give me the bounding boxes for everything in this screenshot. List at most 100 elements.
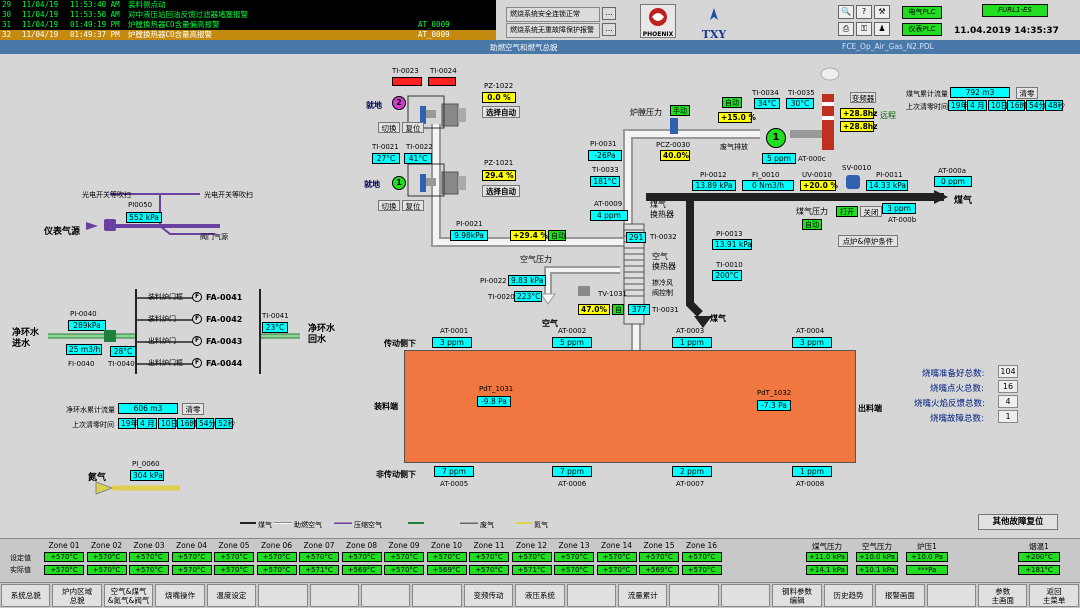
pressure-setpoint[interactable]: +10.0 Pa xyxy=(906,552,948,562)
zone-setpoint[interactable]: +570°C xyxy=(681,552,722,562)
pressure-setpoint[interactable]: +10.0 kPa xyxy=(856,552,898,562)
zone-setpoint[interactable]: +570°C xyxy=(596,552,637,562)
gas-total-flow-label: 煤气累计流量 xyxy=(906,90,948,98)
ti-0034-value: 34°C xyxy=(754,98,780,109)
burner2-switch-button[interactable]: 切换 xyxy=(378,122,400,133)
burner2-reset-button[interactable]: 复位 xyxy=(402,122,424,133)
tv-1031-valve-icon[interactable] xyxy=(578,286,590,296)
zone-setpoint[interactable]: +570°C xyxy=(384,552,424,562)
instrument-plc-status[interactable]: 仪表PLC xyxy=(902,23,942,36)
tools-icon[interactable]: ⚒ xyxy=(874,5,890,19)
zone-setpoint[interactable]: +570°C xyxy=(214,552,254,562)
furnace-pressure-manual[interactable]: 手动 xyxy=(670,105,690,116)
nav-button[interactable]: 参数 主画面 xyxy=(978,584,1028,607)
pcz-0030-valve-icon[interactable] xyxy=(670,118,678,134)
zone-setpoint[interactable]: +570°C xyxy=(44,552,84,562)
at-0003-tag: AT-0003 xyxy=(676,327,705,335)
nav-button[interactable]: 变频传动 xyxy=(463,584,514,607)
print-icon[interactable]: ⎙ xyxy=(838,22,854,36)
zone-setpoint[interactable]: +570°C xyxy=(299,552,339,562)
ti-0010-tag: TI-0010 xyxy=(716,261,743,269)
pz-1021-auto-button[interactable]: 选择自动 xyxy=(482,185,520,197)
nav-button[interactable] xyxy=(360,584,411,607)
pz-1022-auto-button[interactable]: 选择自动 xyxy=(482,106,520,118)
nav-button[interactable]: 烧嘴操作 xyxy=(155,584,205,607)
sv-0010-valve-icon[interactable] xyxy=(846,175,860,189)
zone-setpoint[interactable]: +570°C xyxy=(511,552,552,562)
nav-button[interactable] xyxy=(566,584,617,607)
key-icon[interactable]: ⚿ xyxy=(856,22,872,36)
zone-setpoint[interactable]: +570°C xyxy=(86,552,127,562)
pi-0013-tag: PI-0013 xyxy=(716,230,743,238)
nav-button[interactable]: 温度设定 xyxy=(206,584,257,607)
zone-header: Zone 05 xyxy=(218,541,250,550)
nav-button[interactable]: 返回 主菜单 xyxy=(1029,584,1079,607)
zone-setpoint[interactable]: +570°C xyxy=(256,552,297,562)
water-valve-icon[interactable] xyxy=(104,330,116,342)
tv-1031-auto[interactable]: 自 xyxy=(612,304,624,315)
legend-exhaust: 废气 xyxy=(480,521,494,529)
burner1-indicator[interactable]: 1 xyxy=(392,176,406,190)
fault-more-button[interactable]: ... xyxy=(602,23,616,36)
alarm-list[interactable]: 29 11/04/19 11:53:40 AM 装料侧点动 30 11/04/19 11:… xyxy=(0,0,496,40)
inst-air-valve-icon[interactable] xyxy=(104,219,116,231)
fan-auto[interactable]: 自动 xyxy=(722,97,742,108)
alarm-row[interactable]: 31 11/04/19 01:49:19 PM 炉膛换热器CO含量偏高报警 AT_000… xyxy=(0,20,496,30)
nav-button[interactable]: 炉内区域 总貌 xyxy=(52,584,102,607)
alarm-row[interactable]: 30 11/04/19 11:53:50 AM 对中液压站回油反馈过滤器堵塞报警 xyxy=(0,10,496,20)
gas-clear-button[interactable]: 清零 xyxy=(1016,87,1038,99)
nav-button[interactable]: 流量累计 xyxy=(618,584,668,607)
zone-header: Zone 15 xyxy=(643,541,675,550)
help-icon[interactable]: ? xyxy=(856,5,872,19)
other-fault-reset-button[interactable]: 其他故障复位 xyxy=(978,514,1058,530)
electric-plc-status[interactable]: 电气PLC xyxy=(902,6,942,19)
zone-setpoint[interactable]: +570°C xyxy=(129,552,169,562)
ti-0022-tag: TI-0022 xyxy=(406,143,433,151)
gas-close-button[interactable]: 关闭 xyxy=(860,206,882,217)
flow-switch-icon: F xyxy=(192,292,202,302)
person-icon[interactable]: ♟ xyxy=(874,22,890,36)
ti-0024-tag: TI-0024 xyxy=(430,67,457,75)
nav-button[interactable] xyxy=(258,584,308,607)
air-valve-auto[interactable]: 自动 xyxy=(548,230,566,241)
nav-button[interactable] xyxy=(412,584,462,607)
ti-0032-tag: TI-0032 xyxy=(650,233,677,241)
zone-setpoint[interactable]: +570°C xyxy=(554,552,594,562)
water-clear-button[interactable]: 清零 xyxy=(182,403,204,415)
ignition-conditions-button[interactable]: 点炉&停炉条件 xyxy=(838,235,898,247)
pressure-setpoint[interactable]: +11.0 kPa xyxy=(806,552,848,562)
zone-setpoint[interactable]: +570°C xyxy=(426,552,467,562)
nav-button[interactable] xyxy=(309,584,359,607)
nav-button[interactable]: 空气&煤气 &氮气&阀气 xyxy=(103,584,154,607)
nav-button[interactable]: 系统总貌 xyxy=(1,584,51,607)
legend-gas: 煤气 xyxy=(258,521,272,529)
burner1-switch-button[interactable]: 切换 xyxy=(378,200,400,211)
alarm-row[interactable]: 29 11/04/19 11:53:40 AM 装料侧点动 xyxy=(0,0,496,10)
nav-button[interactable]: 钢料参数 编辑 xyxy=(772,584,822,607)
at-000a-value: 0 ppm xyxy=(934,176,972,187)
burner1-reset-button[interactable]: 复位 xyxy=(402,200,424,211)
alarm-row-selected[interactable]: 32 11/04/19 01:49:37 PM 炉膛换热器CO含量高报警 AT_0009 xyxy=(0,30,496,40)
fi-0010-value: 0 Nm3/h xyxy=(742,180,794,191)
gas-pressure-auto[interactable]: 自动 xyxy=(802,219,822,230)
burner2-indicator[interactable]: 2 xyxy=(392,96,406,110)
fa-0043-tag: FA-0043 xyxy=(206,337,243,346)
nav-button[interactable] xyxy=(720,584,771,607)
zone-setpoint[interactable]: +570°C xyxy=(639,552,679,562)
pcz-0030-tag: PCZ-0030 xyxy=(656,141,691,149)
nav-button[interactable] xyxy=(669,584,719,607)
pressure-setpoint[interactable]: +200°C xyxy=(1018,552,1060,562)
safety-more-button[interactable]: ... xyxy=(602,7,616,20)
nav-button[interactable]: 液压系统 xyxy=(515,584,565,607)
exhaust-fan-icon[interactable]: 1 xyxy=(766,128,786,148)
nav-button[interactable]: 报警画面 xyxy=(875,584,925,607)
gas-open-button[interactable]: 打开 xyxy=(836,206,858,217)
magnifier-icon[interactable]: 🔍 xyxy=(838,5,854,19)
nav-button[interactable]: 历史趋势 xyxy=(823,584,874,607)
zone-setpoint[interactable]: +570°C xyxy=(171,552,212,562)
zone-setpoint[interactable]: +570°C xyxy=(341,552,382,562)
nav-button[interactable] xyxy=(926,584,977,607)
at-0008-value: 1 ppm xyxy=(792,466,832,477)
inverter-button[interactable]: 变频器 xyxy=(850,92,876,103)
zone-setpoint[interactable]: +570°C xyxy=(469,552,509,562)
